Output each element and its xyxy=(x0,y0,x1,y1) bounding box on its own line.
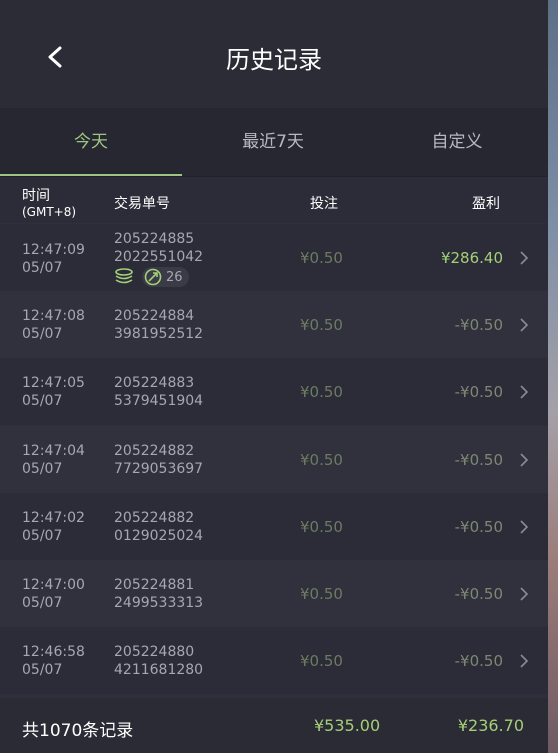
row-profit: -¥0.50 xyxy=(454,518,503,536)
total-profit: ¥236.70 xyxy=(457,716,524,735)
tab-today[interactable]: 今天 xyxy=(0,108,182,176)
table-row[interactable]: 12:47:09 05/07 205224885 2022551042 26 ¥… xyxy=(0,224,548,291)
row-order-id: 205224885 xyxy=(114,231,195,247)
page-title: 历史记录 xyxy=(226,46,322,74)
free-spin-count: 26 xyxy=(166,269,183,285)
row-bonus-info: 26 xyxy=(114,266,189,288)
row-bet: ¥0.50 xyxy=(300,451,343,469)
row-time: 12:47:09 xyxy=(22,242,85,258)
row-order-id: 205224882 xyxy=(114,510,195,526)
row-bet: ¥0.50 xyxy=(300,652,343,670)
table-row[interactable]: 12:47:08 05/07 205224884 3981952512 ¥0.5… xyxy=(0,291,548,358)
table-row[interactable]: 12:47:05 05/07 205224883 5379451904 ¥0.5… xyxy=(0,358,548,425)
row-order-suffix: 3981952512 xyxy=(114,326,204,342)
column-order: 交易单号 xyxy=(114,196,170,212)
row-date: 05/07 xyxy=(22,662,63,678)
row-profit: -¥0.50 xyxy=(454,316,503,334)
table-header: 时间 (GMT+8) 交易单号 投注 盈利 xyxy=(0,177,548,223)
chevron-right-icon xyxy=(520,318,529,332)
row-bet: ¥0.50 xyxy=(300,383,343,401)
row-profit: -¥0.50 xyxy=(454,585,503,603)
column-time: 时间 (GMT+8) xyxy=(22,185,76,219)
row-order-suffix: 2499533313 xyxy=(114,595,204,611)
row-order-suffix: 7729053697 xyxy=(114,461,204,477)
table-row[interactable]: 12:46:58 05/07 205224880 4211681280 ¥0.5… xyxy=(0,627,548,694)
coin-stack-icon xyxy=(115,268,133,284)
row-order-suffix: 4211681280 xyxy=(114,662,204,678)
row-order-id: 205224884 xyxy=(114,308,195,324)
row-date: 05/07 xyxy=(22,326,63,342)
table-row[interactable]: 12:47:02 05/07 205224882 0129025024 ¥0.5… xyxy=(0,493,548,560)
row-order-suffix: 2022551042 xyxy=(114,249,204,265)
tab-last-7-days[interactable]: 最近7天 xyxy=(182,108,364,176)
swap-circle-icon xyxy=(144,268,162,286)
total-bet: ¥535.00 xyxy=(314,716,381,735)
chevron-right-icon xyxy=(520,385,529,399)
column-profit: 盈利 xyxy=(472,196,500,212)
row-order-id: 205224882 xyxy=(114,443,195,459)
column-time-label: 时间 xyxy=(22,188,50,204)
chevron-right-icon xyxy=(520,251,529,265)
history-screen: 历史记录 今天 最近7天 自定义 时间 (GMT+8) 交易单号 投注 盈利 1… xyxy=(0,0,548,753)
row-date: 05/07 xyxy=(22,393,63,409)
date-range-tabs: 今天 最近7天 自定义 xyxy=(0,108,548,177)
row-date: 05/07 xyxy=(22,528,63,544)
row-time: 12:47:00 xyxy=(22,577,85,593)
row-profit: -¥0.50 xyxy=(454,383,503,401)
row-time: 12:47:08 xyxy=(22,308,85,324)
row-order-suffix: 5379451904 xyxy=(114,393,204,409)
header-bar: 历史记录 xyxy=(0,0,548,108)
tab-custom[interactable]: 自定义 xyxy=(366,108,548,176)
free-spin-badge: 26 xyxy=(142,267,189,287)
record-count: 共1070条记录 xyxy=(22,721,134,741)
row-time: 12:46:58 xyxy=(22,644,85,660)
row-date: 05/07 xyxy=(22,595,63,611)
row-bet: ¥0.50 xyxy=(300,585,343,603)
row-date: 05/07 xyxy=(22,260,63,276)
row-profit: -¥0.50 xyxy=(454,652,503,670)
chevron-right-icon xyxy=(520,453,529,467)
chevron-right-icon xyxy=(520,520,529,534)
chevron-right-icon xyxy=(520,654,529,668)
row-order-id: 205224881 xyxy=(114,577,195,593)
background-edge xyxy=(548,0,558,753)
column-timezone-label: (GMT+8) xyxy=(22,205,77,219)
row-bet: ¥0.50 xyxy=(300,316,343,334)
row-profit: ¥286.40 xyxy=(440,249,503,267)
row-time: 12:47:02 xyxy=(22,510,85,526)
column-bet: 投注 xyxy=(310,196,338,212)
row-bet: ¥0.50 xyxy=(300,518,343,536)
row-order-id: 205224880 xyxy=(114,644,195,660)
row-order-id: 205224883 xyxy=(114,375,195,391)
row-bet: ¥0.50 xyxy=(300,249,343,267)
summary-footer: 共1070条记录 ¥535.00 ¥236.70 xyxy=(0,698,548,753)
table-row[interactable]: 12:47:00 05/07 205224881 2499533313 ¥0.5… xyxy=(0,560,548,627)
row-time: 12:47:05 xyxy=(22,375,85,391)
chevron-right-icon xyxy=(520,587,529,601)
table-row[interactable]: 12:47:04 05/07 205224882 7729053697 ¥0.5… xyxy=(0,426,548,493)
row-time: 12:47:04 xyxy=(22,443,85,459)
row-order-suffix: 0129025024 xyxy=(114,528,204,544)
row-date: 05/07 xyxy=(22,461,63,477)
row-profit: -¥0.50 xyxy=(454,451,503,469)
